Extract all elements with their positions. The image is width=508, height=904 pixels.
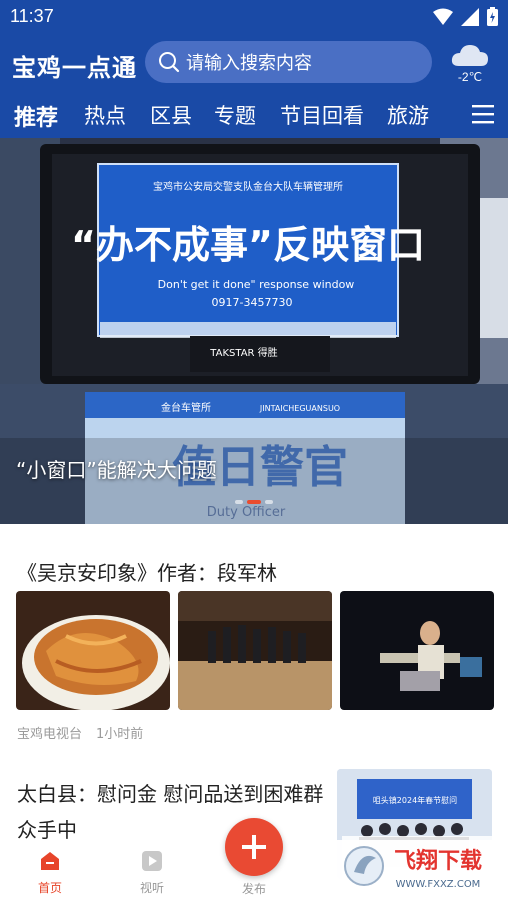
home-icon (41, 852, 59, 870)
plus-icon (242, 835, 266, 859)
banner-sign-phone: 0917-3457730 (212, 296, 293, 309)
signal-icon (461, 7, 479, 26)
publish-label: 发布 (241, 882, 266, 896)
banner-sign-org: 宝鸡市公安局交警支队金台大队车辆管理所 (153, 180, 343, 193)
theater-scene-image (340, 591, 494, 710)
watermark-text: 飞翔下载 (394, 848, 482, 874)
banner-plate-org-en: JINTAICHEGUANSUO (259, 404, 340, 413)
carousel-dots (235, 500, 273, 504)
app-logo: 宝鸡一点通 (12, 53, 137, 82)
article-thumb-caption: 咀头镇2024年春节慰问 (373, 795, 457, 805)
status-icons (433, 7, 498, 26)
weather-temperature: -2℃ (457, 70, 483, 84)
banner-sign-title: “办不成事”反映窗口 (71, 223, 425, 267)
article-meta: 宝鸡电视台 1小时前 (17, 723, 143, 742)
status-time: 11:37 (10, 6, 54, 26)
tab-county[interactable]: 区县 (150, 100, 192, 130)
carousel-dot (265, 500, 273, 504)
article-thumbnails (16, 591, 494, 710)
tab-home-label: 首页 (37, 881, 62, 895)
tab-recommend[interactable]: 推荐 (14, 100, 58, 132)
cloud-icon (451, 45, 488, 66)
channel-nav: 推荐 热点 区县 专题 节目回看 旅游 (0, 92, 508, 138)
search-placeholder: 请输入搜索内容 (186, 53, 312, 73)
wifi-icon (433, 8, 453, 25)
banner-caption: “小窗口”能解决大问题 (16, 458, 217, 482)
app-header: 宝鸡一点通 请输入搜索内容 -2℃ (0, 34, 508, 92)
tab-travel[interactable]: 旅游 (387, 100, 429, 130)
tab-media[interactable]: 视听 (122, 850, 182, 896)
weather-widget[interactable]: -2℃ (450, 40, 490, 84)
noodle-dish-image (16, 591, 170, 710)
play-icon (142, 851, 162, 871)
article-thumb-2[interactable] (178, 591, 332, 710)
article-thumb-1[interactable] (16, 591, 170, 710)
banner-sign-subtitle: Don't get it done" response window (158, 278, 355, 291)
article-source: 宝鸡电视台 (17, 727, 83, 742)
article-title[interactable]: 《吴京安印象》作者：段军林 (17, 557, 277, 586)
article-title-2[interactable]: 太白县：慰问金 慰问品送到困难群众手中 (17, 776, 332, 848)
stage-performance-image (178, 591, 332, 710)
banner-plate-org: 金台车管所 (161, 401, 211, 414)
publish-button[interactable] (225, 818, 283, 876)
banner-monitor-brand: TAKSTAR 得胜 (209, 347, 277, 359)
menu-icon[interactable] (472, 103, 494, 125)
tab-replay[interactable]: 节目回看 (280, 100, 364, 130)
tab-topics[interactable]: 专题 (214, 100, 256, 130)
tab-home[interactable]: 首页 (20, 850, 80, 896)
status-bar: 11:37 (0, 0, 508, 34)
search-bar[interactable]: 请输入搜索内容 (145, 41, 432, 83)
carousel-dot (235, 500, 243, 504)
watermark-url: WWW.FXXZ.COM (396, 879, 481, 890)
banner-carousel[interactable]: 宝鸡市公安局交警支队金台大队车辆管理所 “办不成事”反映窗口 Don't get… (0, 138, 508, 524)
article-time: 1小时前 (96, 727, 144, 742)
site-watermark: 飞翔下载 WWW.FXXZ.COM (342, 836, 502, 896)
tab-media-label: 视听 (139, 881, 164, 895)
search-icon (159, 52, 180, 73)
battery-icon (487, 7, 498, 26)
tab-hot[interactable]: 热点 (84, 100, 126, 130)
article-thumb-3[interactable] (340, 591, 494, 710)
carousel-dot-active (247, 500, 261, 504)
